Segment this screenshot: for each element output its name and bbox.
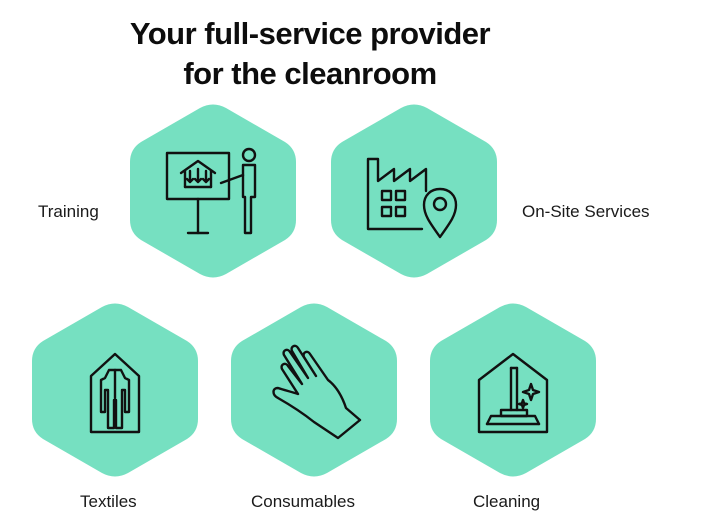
training-presentation-icon	[165, 147, 257, 235]
service-label-training: Training	[38, 202, 99, 221]
factory-location-icon	[366, 157, 458, 239]
service-hex-textiles[interactable]	[22, 297, 208, 483]
service-hex-on-site[interactable]	[321, 98, 507, 284]
service-label-textiles: Textiles	[80, 492, 137, 511]
service-hex-training[interactable]	[120, 98, 306, 284]
service-label-cleaning: Cleaning	[473, 492, 541, 511]
service-hex-consumables[interactable]	[221, 297, 407, 483]
cleaning-mop-icon	[477, 352, 549, 434]
service-hex-cleaning[interactable]	[420, 297, 606, 483]
service-label-on-site: On-Site Services	[522, 202, 650, 221]
page-heading: Your full-service provider for the clean…	[0, 14, 620, 94]
heading-line-2: for the cleanroom	[183, 56, 437, 91]
glove-icon	[272, 344, 362, 440]
cleanroom-suit-icon	[89, 352, 141, 434]
heading-line-1: Your full-service provider	[129, 16, 491, 51]
service-label-consumables: Consumables	[251, 492, 355, 511]
